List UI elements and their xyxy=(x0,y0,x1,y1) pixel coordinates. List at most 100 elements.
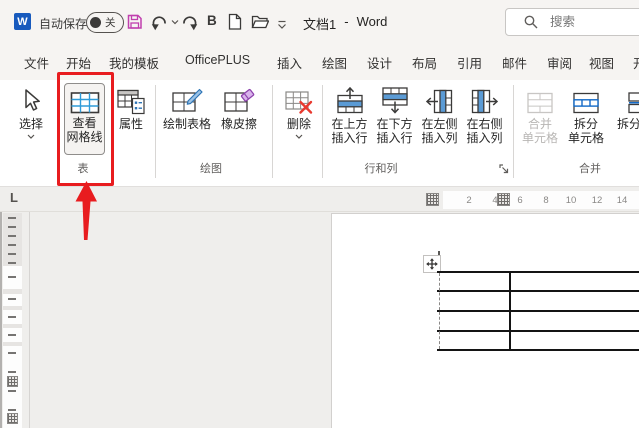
insert-rows-below-button[interactable]: 在下方 插入行 xyxy=(372,83,417,145)
table-properties-button[interactable]: 属性 xyxy=(110,83,152,132)
ruler-number: 8 xyxy=(543,195,549,206)
ruler-number: 6 xyxy=(517,195,523,206)
eraser-button[interactable]: 橡皮擦 xyxy=(216,83,262,132)
open-folder-button[interactable] xyxy=(251,15,270,34)
tab-my-templates[interactable]: 我的模板 xyxy=(109,53,159,72)
toggle-knob-icon xyxy=(90,17,101,28)
insert-columns-right-icon xyxy=(471,89,499,114)
split-cells-icon xyxy=(573,92,599,114)
tab-references[interactable]: 引用 xyxy=(457,53,482,72)
new-document-button[interactable] xyxy=(228,13,243,36)
vertical-ruler[interactable] xyxy=(3,213,22,428)
insert-left-label-line1: 在左侧 xyxy=(421,117,458,131)
bold-quick-button[interactable]: B xyxy=(207,13,217,28)
tab-home[interactable]: 开始 xyxy=(66,53,91,72)
tab-layout[interactable]: 布局 xyxy=(412,53,437,72)
delete-button[interactable]: 删除 xyxy=(277,83,321,139)
tab-insert[interactable]: 插入 xyxy=(277,53,302,72)
table-row-border[interactable] xyxy=(437,310,639,312)
delete-label: 删除 xyxy=(286,117,311,131)
insert-right-label-line1: 在右侧 xyxy=(466,117,503,131)
merge-cells-icon xyxy=(527,92,553,114)
search-input[interactable] xyxy=(548,14,639,30)
tab-view[interactable]: 视图 xyxy=(589,53,614,72)
autosave-state: 关 xyxy=(105,17,116,29)
tab-design[interactable]: 设计 xyxy=(367,53,392,72)
draw-table-pencil-icon xyxy=(171,88,203,112)
title-bar: W 自动保存 关 B 文档1 - Word 搜索 xyxy=(0,0,639,45)
split-table-button[interactable]: 拆分表格 xyxy=(612,83,639,132)
ruler-number: 14 xyxy=(616,195,628,206)
draw-table-button[interactable]: 绘制表格 xyxy=(160,83,214,132)
table-column-marker-icon[interactable] xyxy=(426,193,439,206)
insert-above-label-line2: 插入行 xyxy=(331,130,368,145)
save-floppy-icon xyxy=(127,14,142,29)
split-table-label: 拆分表格 xyxy=(616,117,639,131)
autosave-toggle[interactable]: 关 xyxy=(86,12,124,33)
tab-stop-selector[interactable]: L xyxy=(10,190,18,205)
insert-below-label-line1: 在下方 xyxy=(376,117,413,131)
group-separator xyxy=(155,85,156,178)
annotation-arrow-icon xyxy=(75,181,97,240)
undo-button[interactable] xyxy=(150,13,179,31)
merge-cells-button: 合并 单元格 xyxy=(518,83,562,145)
table-row-border[interactable] xyxy=(437,330,639,332)
insert-below-label-line2: 插入行 xyxy=(376,130,413,145)
select-dropdown-chevron-icon xyxy=(27,134,35,139)
insert-rows-below-icon xyxy=(381,87,408,114)
table-border-bottom[interactable] xyxy=(437,349,639,351)
window-title: 文档1 - Word xyxy=(303,14,387,33)
tab-review[interactable]: 审阅 xyxy=(547,53,572,72)
table-column-marker-icon[interactable] xyxy=(497,193,510,206)
redo-button[interactable] xyxy=(181,13,199,36)
insert-rows-above-button[interactable]: 在上方 插入行 xyxy=(327,83,372,145)
group-separator xyxy=(322,85,323,178)
delete-table-icon xyxy=(285,91,313,114)
app-name: Word xyxy=(356,14,388,29)
insert-right-label-line2: 插入列 xyxy=(466,130,503,145)
select-button[interactable]: 选择 xyxy=(8,83,54,139)
save-button[interactable] xyxy=(127,14,143,35)
word-window: W 自动保存 关 B 文档1 - Word 搜索 文件 开始 我的模板 Offi… xyxy=(0,0,639,428)
redo-icon xyxy=(183,16,198,31)
table-column-border[interactable] xyxy=(509,271,511,351)
split-cells-button[interactable]: 拆分 单元格 xyxy=(564,83,608,145)
table-row-marker-icon[interactable] xyxy=(7,376,18,387)
split-table-icon xyxy=(628,92,639,114)
horizontal-ruler[interactable] xyxy=(443,191,639,209)
group-separator xyxy=(513,85,514,178)
table-row-border[interactable] xyxy=(437,290,639,292)
split-cells-label-line2: 单元格 xyxy=(567,130,604,145)
move-cross-icon xyxy=(426,258,438,270)
eraser-icon xyxy=(223,88,254,112)
new-document-icon xyxy=(228,13,242,30)
group-label-merge: 合并 xyxy=(579,163,601,175)
eraser-label: 橡皮擦 xyxy=(220,117,257,131)
more-commands-chevron-icon xyxy=(278,20,286,29)
insert-columns-left-button[interactable]: 在左侧 插入列 xyxy=(417,83,462,145)
table-row-marker-icon[interactable] xyxy=(7,413,18,424)
rows-cols-dialog-launcher[interactable] xyxy=(499,162,510,180)
tab-officeplus[interactable]: OfficePLUS xyxy=(185,53,250,67)
word-logo-icon: W xyxy=(14,13,31,30)
table-border-top[interactable] xyxy=(437,271,639,273)
tab-file[interactable]: 文件 xyxy=(24,53,49,72)
tab-mailings[interactable]: 邮件 xyxy=(502,53,527,72)
tab-clipped[interactable]: 开 xyxy=(633,53,639,72)
document-page[interactable] xyxy=(331,213,639,428)
insert-left-label-line2: 插入列 xyxy=(421,130,458,145)
customize-qat-button[interactable] xyxy=(277,17,287,35)
ruler-page-divider xyxy=(29,212,30,428)
table-properties-label: 属性 xyxy=(118,117,143,131)
tab-draw[interactable]: 绘图 xyxy=(322,53,347,72)
group-label-draw: 绘图 xyxy=(200,163,222,175)
insert-above-label-line1: 在上方 xyxy=(331,117,368,131)
document-name: 文档1 xyxy=(303,17,337,32)
merge-cells-label-line2: 单元格 xyxy=(521,130,558,145)
table-left-gridline[interactable] xyxy=(439,273,440,349)
merge-cells-label-line1: 合并 xyxy=(527,117,552,131)
table-properties-icon xyxy=(117,89,145,115)
insert-columns-right-button[interactable]: 在右侧 插入列 xyxy=(462,83,507,145)
split-cells-label-line1: 拆分 xyxy=(573,117,598,131)
search-box[interactable] xyxy=(505,8,639,36)
